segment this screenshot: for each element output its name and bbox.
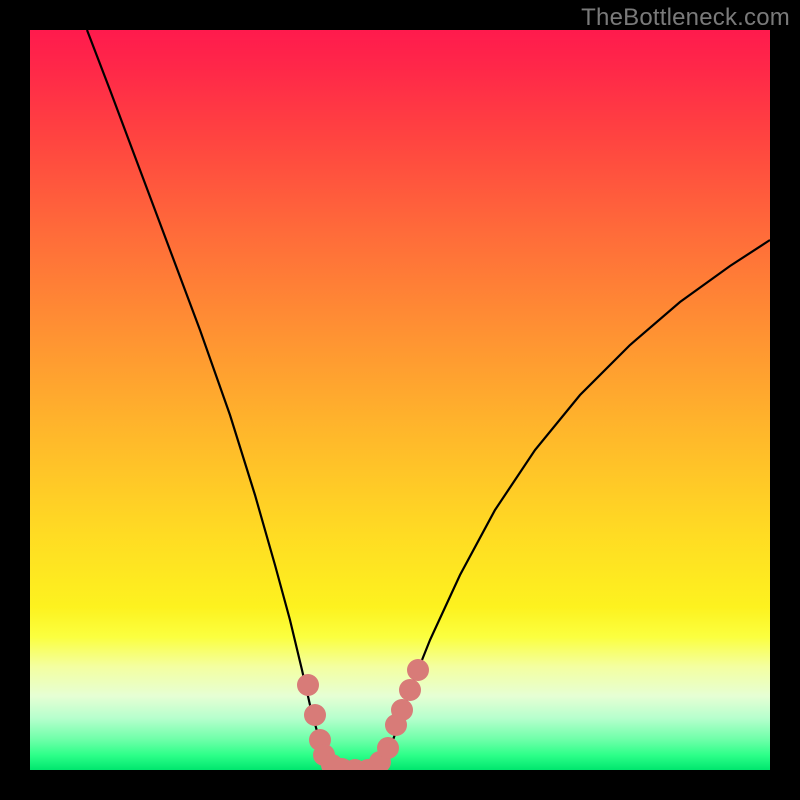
marker-group xyxy=(297,659,429,770)
plot-area xyxy=(30,30,770,770)
marker-right-up1 xyxy=(391,699,413,721)
marker-right-up3 xyxy=(407,659,429,681)
chart-frame: TheBottleneck.com xyxy=(0,0,800,800)
bottleneck-curve xyxy=(87,30,770,770)
marker-right-low2 xyxy=(377,737,399,759)
marker-left-mid xyxy=(304,704,326,726)
chart-overlay xyxy=(30,30,770,770)
watermark-text: TheBottleneck.com xyxy=(581,4,790,32)
marker-left-upper xyxy=(297,674,319,696)
marker-right-up2 xyxy=(399,679,421,701)
